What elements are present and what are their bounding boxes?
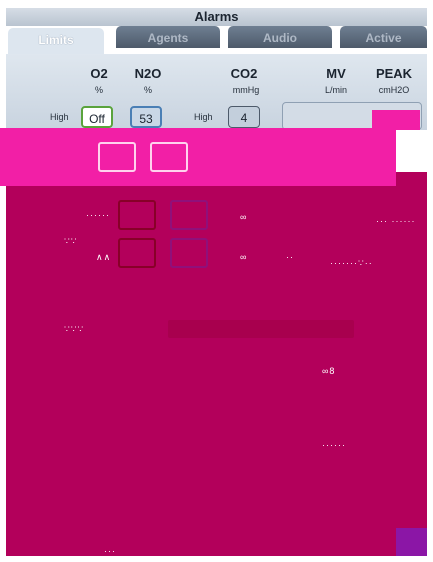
limit-box [170, 200, 208, 230]
window-title: Alarms [6, 8, 427, 26]
artifact-marks: ······ [322, 440, 346, 450]
artifact-marks: ∵∵∵ [64, 324, 85, 334]
tab-active[interactable]: Active [340, 26, 427, 48]
column-mv-unit: L/min [324, 85, 347, 95]
tab-limits[interactable]: Limits [8, 28, 104, 54]
o2-high-label: High [50, 112, 69, 122]
artifact-marks: ∞ [240, 212, 248, 222]
artifact-marks: ··· ······ [376, 216, 416, 226]
column-co2-header: CO2 [230, 66, 258, 81]
redaction-patch [372, 110, 420, 130]
tab-agents[interactable]: Agents [116, 26, 220, 48]
co2-high-label: High [194, 112, 213, 122]
artifact-marks: ······ [86, 210, 110, 220]
co2-high-limit[interactable]: 4 [228, 106, 260, 128]
artifact-marks: ∞8 [322, 366, 336, 376]
artifact-marks: ∵∵ [64, 236, 78, 246]
column-mv-header: MV [326, 66, 346, 81]
limit-box [118, 200, 156, 230]
n2o-high-limit[interactable]: 53 [130, 106, 162, 128]
artifact-marks: ∞ [240, 252, 248, 262]
column-o2-header: O2 [90, 66, 108, 81]
column-o2-unit: % [94, 85, 103, 95]
redacted-corner [396, 172, 427, 188]
artifact-marks: ·······∵·· [330, 258, 373, 268]
limit-box [170, 238, 208, 268]
column-peak-unit: cmH2O [378, 85, 410, 95]
o2-high-limit[interactable]: Off [81, 106, 113, 128]
artifact-marks: ·· [286, 252, 294, 262]
artifact-marks: ··· [104, 546, 116, 556]
redacted-button [396, 528, 427, 556]
redaction-band [0, 128, 396, 186]
redacted-bar [168, 320, 354, 338]
faded-limit-box [150, 142, 188, 172]
artifact-marks: ∧∧ [96, 252, 112, 262]
column-n2o-unit: % [143, 85, 152, 95]
tab-audio[interactable]: Audio [228, 26, 332, 48]
column-n2o-header: N2O [134, 66, 162, 81]
column-peak-header: PEAK [375, 66, 413, 81]
column-co2-unit: mmHg [232, 85, 260, 95]
limit-box [118, 238, 156, 268]
faded-limit-box [98, 142, 136, 172]
